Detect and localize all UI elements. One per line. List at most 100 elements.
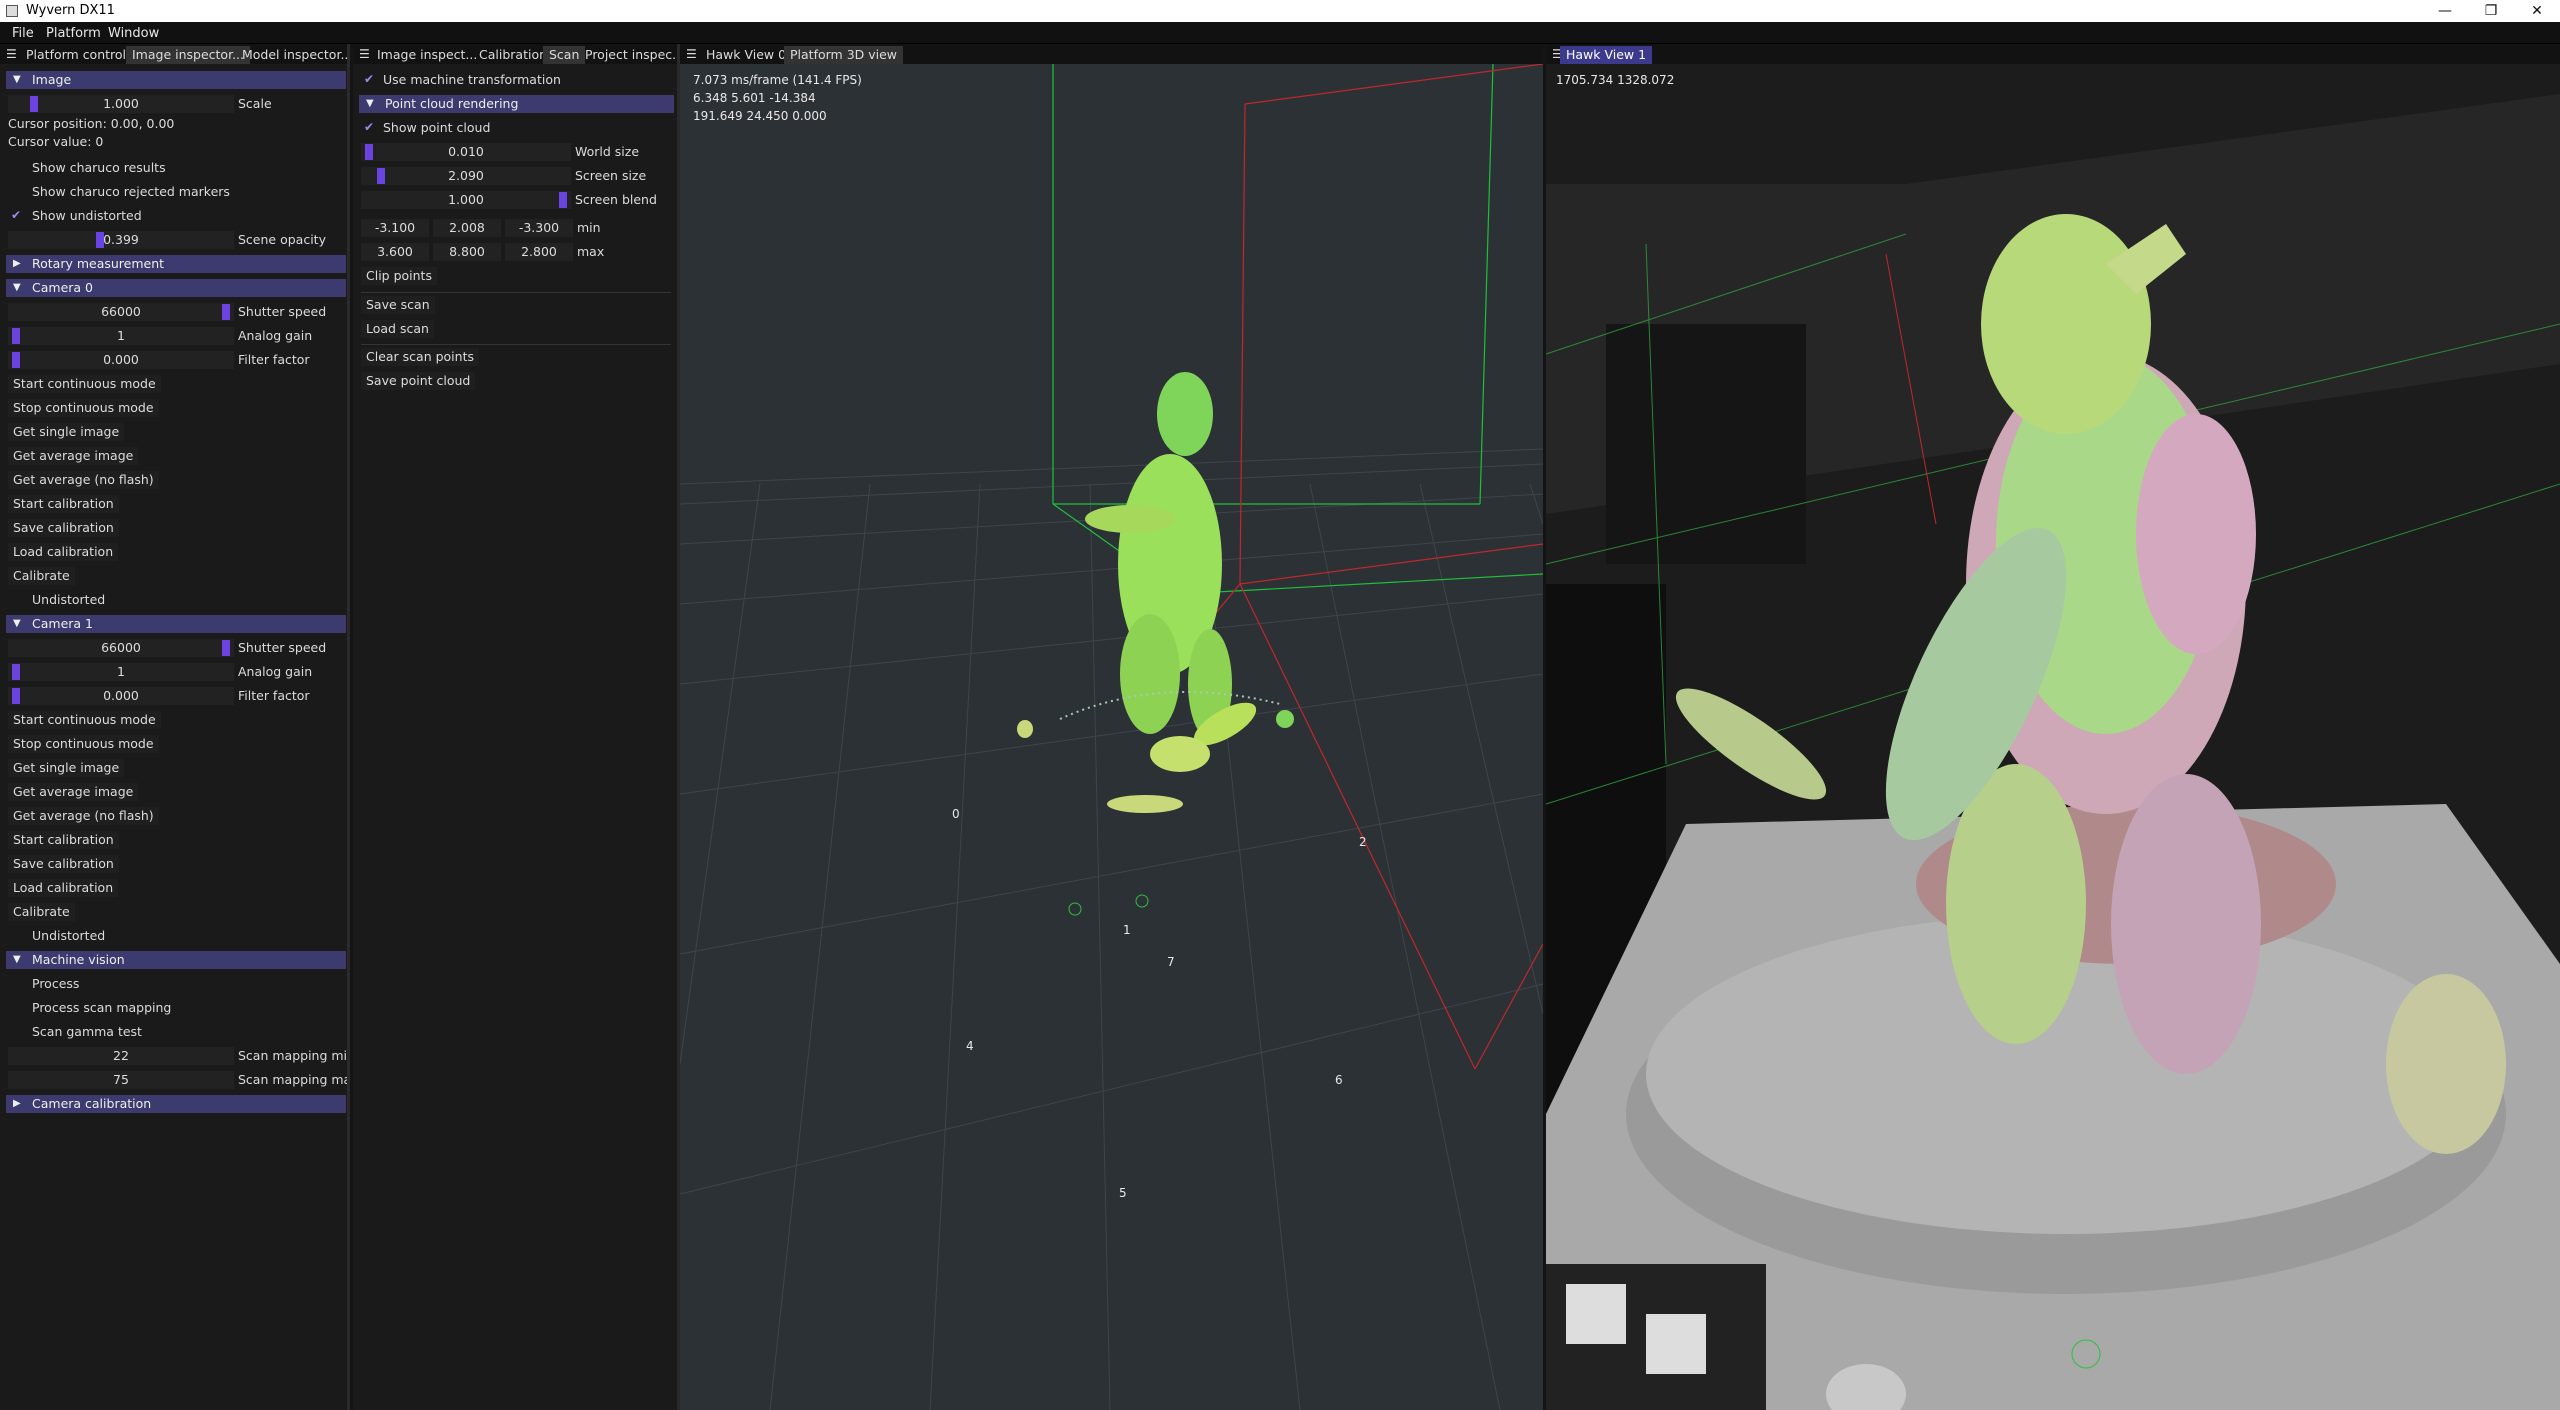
min-z-input[interactable]: -3.300 (505, 219, 573, 237)
menu-file[interactable]: File (12, 26, 34, 41)
platform-3d-viewport[interactable]: ☰ Hawk View 0 Platform 3D view 0 1 2 4 5… (680, 44, 1543, 1410)
camera0-header[interactable]: ▼ Camera 0 (6, 279, 346, 297)
clear-scan-points-button[interactable]: Clear scan points (361, 348, 479, 366)
clip-points-button[interactable]: Clip points (361, 267, 437, 285)
slider-grab[interactable] (365, 144, 373, 160)
gamma-test-checkbox[interactable] (8, 1024, 24, 1040)
scene-opacity-slider[interactable]: 0.399 (8, 231, 234, 249)
scan-map-max-label: Scan mapping max (238, 1072, 350, 1087)
tab-hawk-view-0[interactable]: Hawk View 0 (700, 46, 792, 64)
screen-size-slider[interactable]: 2.090 (361, 167, 571, 185)
cam1-load-calibration-button[interactable]: Load calibration (8, 879, 119, 897)
cam0-shutter-slider[interactable]: 66000 (8, 303, 234, 321)
world-size-slider[interactable]: 0.010 (361, 143, 571, 161)
slider-grab[interactable] (377, 168, 385, 184)
marker-7: 7 (1167, 955, 1175, 969)
menu-window[interactable]: Window (108, 26, 159, 41)
process-label: Process (32, 976, 80, 991)
slider-grab[interactable] (559, 192, 567, 208)
show-charuco-checkbox[interactable] (8, 160, 24, 176)
use-machine-checkbox[interactable] (361, 72, 377, 88)
cam1-save-calibration-button[interactable]: Save calibration (8, 855, 119, 873)
tab-platform-controls[interactable]: Platform controls (20, 46, 139, 64)
slider-grab[interactable] (96, 232, 104, 248)
scene-3d-canvas[interactable]: 0 1 2 4 5 6 7 (680, 64, 1543, 1410)
tab-hawk-view-1[interactable]: Hawk View 1 (1560, 46, 1653, 64)
tab-image-inspect[interactable]: Image inspect... (371, 46, 483, 64)
min-y-input[interactable]: 2.008 (433, 219, 501, 237)
cam0-start-continuous-button[interactable]: Start continuous mode (8, 375, 161, 393)
camera-image[interactable] (1546, 64, 2560, 1410)
scan-map-min-input[interactable]: 22 (8, 1047, 234, 1065)
tab-model-inspector[interactable]: Model inspector... (236, 46, 347, 64)
cam1-gain-slider[interactable]: 1 (8, 663, 234, 681)
slider-grab[interactable] (222, 304, 230, 320)
show-point-cloud-checkbox[interactable] (361, 120, 377, 136)
show-undistorted-checkbox[interactable] (8, 208, 24, 224)
process-scan-checkbox[interactable] (8, 1000, 24, 1016)
menu-icon[interactable]: ☰ (686, 47, 697, 61)
cam1-start-calibration-button[interactable]: Start calibration (8, 831, 119, 849)
cam1-shutter-slider[interactable]: 66000 (8, 639, 234, 657)
menu-bar: File Platform Window (0, 22, 2560, 44)
cam1-stop-continuous-button[interactable]: Stop continuous mode (8, 735, 159, 753)
slider-grab[interactable] (12, 328, 20, 344)
cam1-calibrate-button[interactable]: Calibrate (8, 903, 75, 921)
process-checkbox[interactable] (8, 976, 24, 992)
machine-vision-header[interactable]: ▼ Machine vision (6, 951, 346, 969)
cam1-start-continuous-button[interactable]: Start continuous mode (8, 711, 161, 729)
tab-project-inspector[interactable]: Project inspec... (579, 46, 677, 64)
show-rejected-checkbox[interactable] (8, 184, 24, 200)
menu-icon[interactable]: ☰ (6, 47, 17, 61)
cam1-average-image-button[interactable]: Get average image (8, 783, 139, 801)
scan-map-max-input[interactable]: 75 (8, 1071, 234, 1089)
save-scan-button[interactable]: Save scan (361, 296, 435, 314)
cam0-calibrate-button[interactable]: Calibrate (8, 567, 75, 585)
hawk-view-1-viewport[interactable]: ☰ Hawk View 1 1705.734 1328.072 (1546, 44, 2560, 1410)
expand-arrow-icon: ▶ (13, 1098, 21, 1109)
slider-grab[interactable] (222, 640, 230, 656)
slider-grab[interactable] (30, 96, 38, 112)
camera-calibration-header[interactable]: ▶ Camera calibration (6, 1095, 346, 1113)
maximize-button[interactable]: ❐ (2468, 0, 2514, 22)
screen-blend-slider[interactable]: 1.000 (361, 191, 571, 209)
min-x-input[interactable]: -3.100 (361, 219, 429, 237)
rotary-header[interactable]: ▶ Rotary measurement (6, 255, 346, 273)
show-undistorted-label: Show undistorted (32, 208, 142, 223)
slider-grab[interactable] (12, 664, 20, 680)
max-x-input[interactable]: 3.600 (361, 243, 429, 261)
cam1-filter-slider[interactable]: 0.000 (8, 687, 234, 705)
cam0-load-calibration-button[interactable]: Load calibration (8, 543, 119, 561)
cam0-average-image-button[interactable]: Get average image (8, 447, 139, 465)
screen-size-label: Screen size (575, 168, 647, 183)
max-y-input[interactable]: 8.800 (433, 243, 501, 261)
cam1-average-noflash-button[interactable]: Get average (no flash) (8, 807, 159, 825)
camera1-header[interactable]: ▼ Camera 1 (6, 615, 346, 633)
cam0-average-noflash-button[interactable]: Get average (no flash) (8, 471, 159, 489)
scale-slider[interactable]: 1.000 (8, 95, 234, 113)
max-z-input[interactable]: 2.800 (505, 243, 573, 261)
tab-platform-3d-view[interactable]: Platform 3D view (784, 46, 904, 64)
slider-grab[interactable] (12, 688, 20, 704)
marker-5: 5 (1119, 1186, 1127, 1200)
menu-platform[interactable]: Platform (46, 26, 101, 41)
tab-image-inspector[interactable]: Image inspector... (126, 46, 250, 64)
point-cloud-header[interactable]: ▼ Point cloud rendering (359, 95, 674, 113)
minimize-button[interactable]: — (2422, 0, 2468, 22)
cam0-undistorted-checkbox[interactable] (8, 592, 24, 608)
menu-icon[interactable]: ☰ (359, 47, 370, 61)
close-button[interactable]: ✕ (2514, 0, 2560, 22)
image-header[interactable]: ▼ Image (6, 71, 346, 89)
cam0-single-image-button[interactable]: Get single image (8, 423, 125, 441)
save-point-cloud-button[interactable]: Save point cloud (361, 372, 476, 390)
cam0-start-calibration-button[interactable]: Start calibration (8, 495, 119, 513)
load-scan-button[interactable]: Load scan (361, 320, 434, 338)
cam0-filter-slider[interactable]: 0.000 (8, 351, 234, 369)
cam0-save-calibration-button[interactable]: Save calibration (8, 519, 119, 537)
cam0-gain-slider[interactable]: 1 (8, 327, 234, 345)
tab-calibration[interactable]: Calibration (473, 46, 553, 64)
cam1-undistorted-checkbox[interactable] (8, 928, 24, 944)
slider-grab[interactable] (12, 352, 20, 368)
cam0-stop-continuous-button[interactable]: Stop continuous mode (8, 399, 159, 417)
cam1-single-image-button[interactable]: Get single image (8, 759, 125, 777)
